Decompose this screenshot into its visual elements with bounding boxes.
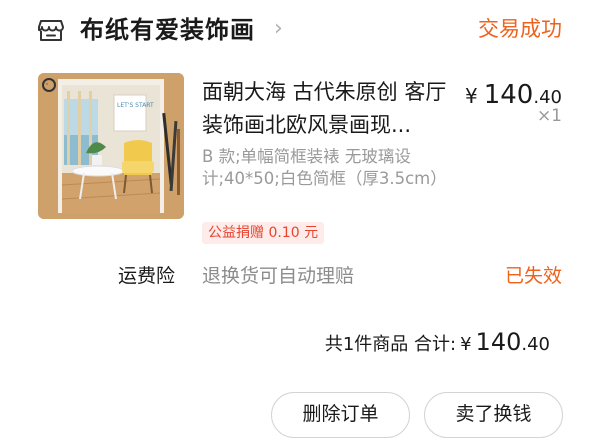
shipping-insurance-description: 退换货可自动理赔 — [202, 265, 355, 287]
price-decimal: .40 — [533, 87, 562, 108]
store-icon[interactable] — [38, 18, 64, 42]
price-integer: 140 — [483, 80, 534, 110]
total-amount-integer: 140 — [475, 328, 522, 356]
total-amount-decimal: .40 — [521, 334, 550, 355]
resell-button[interactable]: 卖了换钱 — [424, 392, 563, 438]
product-title[interactable]: 面朝大海 古代朱原创 客厅装饰画北欧风景画现... — [202, 76, 452, 142]
order-status: 交易成功 — [478, 17, 562, 41]
shop-name[interactable]: 布纸有爱装饰画 — [80, 10, 255, 50]
total-summary: 共1件商品 合计: — [324, 334, 457, 355]
chevron-right-icon[interactable]: › — [274, 16, 283, 42]
shipping-insurance-label: 运费险 — [118, 265, 176, 287]
delete-order-button[interactable]: 删除订单 — [271, 392, 410, 438]
product-spec: B 款;单幅简框装裱 无玻璃设计;40*50;白色简框（厚3.5cm） — [202, 147, 447, 188]
shipping-insurance-status: 已失效 — [504, 265, 562, 287]
charity-badge: 公益捐赠 0.10 元 — [202, 222, 325, 244]
order-card-header: 布纸有爱装饰画 › 交易成功 — [0, 0, 600, 60]
total-currency: ¥ — [460, 334, 472, 355]
order-total: 共1件商品 合计: ¥140.40 — [325, 326, 550, 361]
product-quantity: ×1 — [536, 106, 562, 126]
price-currency: ¥ — [464, 84, 478, 108]
thumbnail-poster-text: LET'S START — [117, 102, 154, 109]
product-thumbnail[interactable]: LET'S START ' — [38, 73, 184, 219]
svg-text:': ' — [46, 82, 48, 90]
